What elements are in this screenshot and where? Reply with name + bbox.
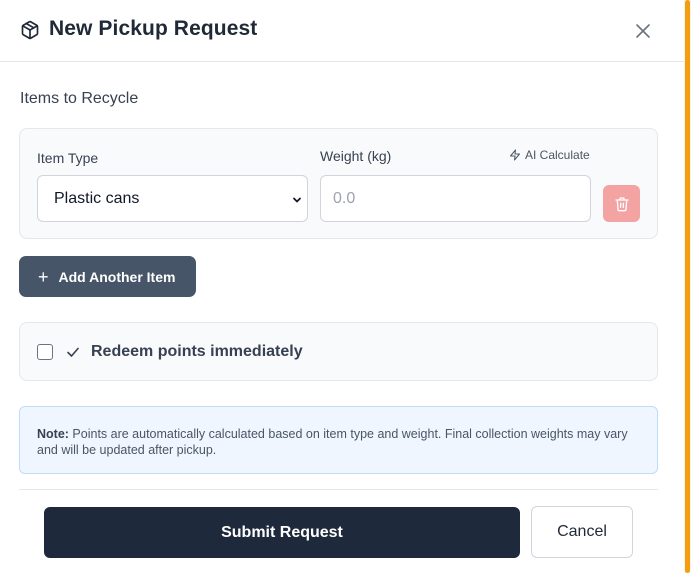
lightning-icon [510,149,520,161]
ai-calculate-button[interactable]: AI Calculate [509,148,590,162]
delete-item-button[interactable] [603,185,640,222]
ai-calculate-label: AI Calculate [525,148,590,162]
modal-title: New Pickup Request [49,17,258,40]
scrollbar-thumb[interactable] [685,0,690,573]
package-icon [20,20,40,40]
item-type-selected-value: Plastic cans [54,189,140,207]
item-type-label: Item Type [37,150,99,166]
modal-header: New Pickup Request [0,0,684,62]
check-icon [67,347,79,357]
pickup-request-modal: New Pickup Request Items to Recycle Item… [0,0,684,573]
close-button[interactable] [631,19,655,43]
item-type-select[interactable]: Plastic cans [37,175,308,222]
note-text: Points are automatically calculated base… [37,427,628,457]
items-section-title: Items to Recycle [20,90,139,107]
trash-icon [614,196,629,211]
footer-divider [19,489,658,490]
redeem-points-label[interactable]: Redeem points immediately [91,343,303,361]
redeem-points-checkbox[interactable] [37,344,53,360]
scrollbar-track[interactable] [684,0,691,573]
submit-request-button[interactable]: Submit Request [44,507,520,558]
close-icon [636,24,650,38]
weight-label: Weight (kg) [320,148,392,164]
note-box: Note: Points are automatically calculate… [19,406,658,474]
note-prefix: Note: [37,427,69,441]
add-item-label: Add Another Item [58,268,176,285]
add-another-item-button[interactable]: + Add Another Item [19,256,196,297]
weight-input[interactable] [320,175,591,222]
cancel-button[interactable]: Cancel [531,506,633,558]
chevron-down-icon [293,197,301,203]
plus-icon: + [38,266,49,287]
